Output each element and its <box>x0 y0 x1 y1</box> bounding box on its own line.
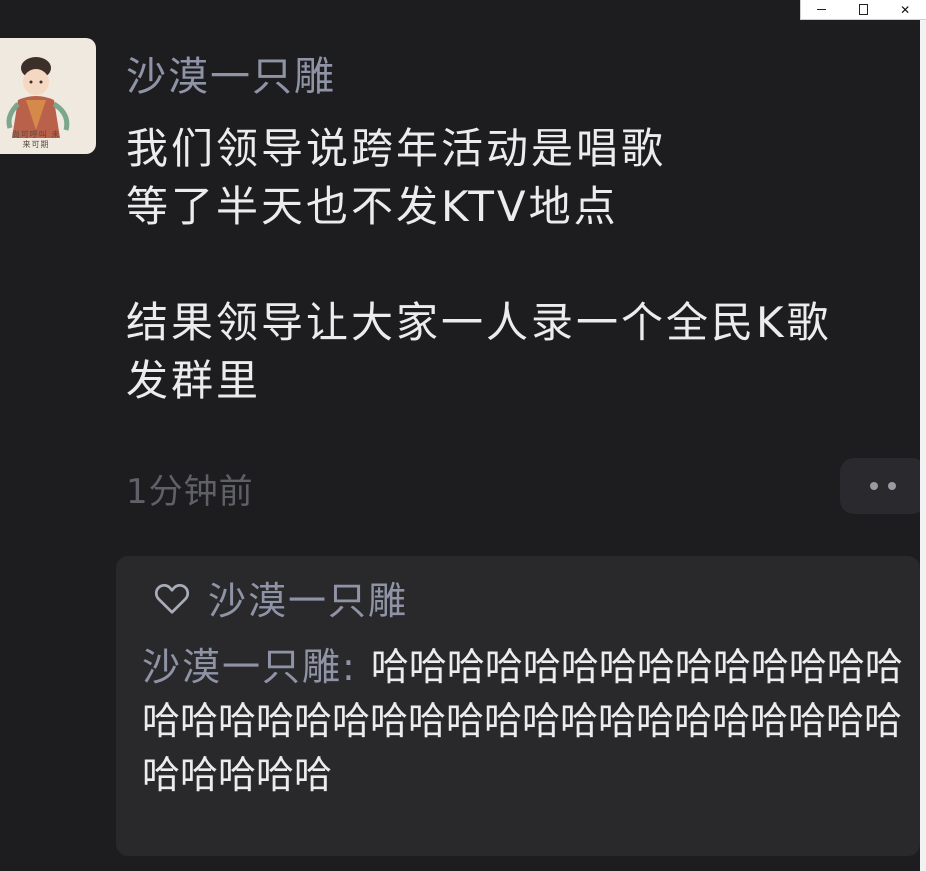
post-line: 等了半天也不发KTV地点 <box>126 182 619 231</box>
minimize-button[interactable] <box>808 0 836 20</box>
more-dot-icon <box>888 482 896 490</box>
comment-author[interactable]: 沙漠一只雕 <box>142 645 342 689</box>
maximize-button[interactable] <box>849 0 877 20</box>
post-username[interactable]: 沙漠一只雕 <box>126 44 336 102</box>
post-line: 结果领导让大家一人录一个全民K歌 <box>126 298 832 347</box>
more-dot-icon <box>870 482 878 490</box>
liker-name[interactable]: 沙漠一只雕 <box>208 570 408 625</box>
close-button[interactable]: ✕ <box>891 0 919 20</box>
maximize-icon <box>858 4 868 15</box>
app-screen: 尚可呼叫 未来可期 沙漠一只雕 我们领导说跨年活动是唱歌 等了半天也不发KTV地… <box>0 0 926 871</box>
interaction-panel: 沙漠一只雕 沙漠一只雕: 哈哈哈哈哈哈哈哈哈哈哈哈哈哈哈哈哈哈哈哈哈哈哈哈哈哈哈… <box>116 556 920 856</box>
more-options-button[interactable] <box>840 458 926 514</box>
post-content: 我们领导说跨年活动是唱歌 等了半天也不发KTV地点 结果领导让大家一人录一个全民… <box>126 120 916 410</box>
close-icon: ✕ <box>900 2 911 17</box>
window-controls: ✕ <box>800 0 926 20</box>
minimize-icon <box>817 9 827 10</box>
window-edge <box>920 0 926 871</box>
post-timestamp: 1分钟前 <box>126 472 254 512</box>
avatar-caption: 尚可呼叫 未来可期 <box>11 130 61 149</box>
comment[interactable]: 沙漠一只雕: 哈哈哈哈哈哈哈哈哈哈哈哈哈哈哈哈哈哈哈哈哈哈哈哈哈哈哈哈哈哈哈哈哈… <box>142 640 912 802</box>
post-line: 发群里 <box>126 356 262 405</box>
likes-row: 沙漠一只雕 <box>152 570 408 625</box>
avatar[interactable]: 尚可呼叫 未来可期 <box>0 38 96 154</box>
post-line-blank <box>126 236 916 294</box>
heart-outline-icon[interactable] <box>152 578 192 618</box>
comment-separator: : <box>342 645 371 689</box>
post-line: 我们领导说跨年活动是唱歌 <box>126 124 667 173</box>
